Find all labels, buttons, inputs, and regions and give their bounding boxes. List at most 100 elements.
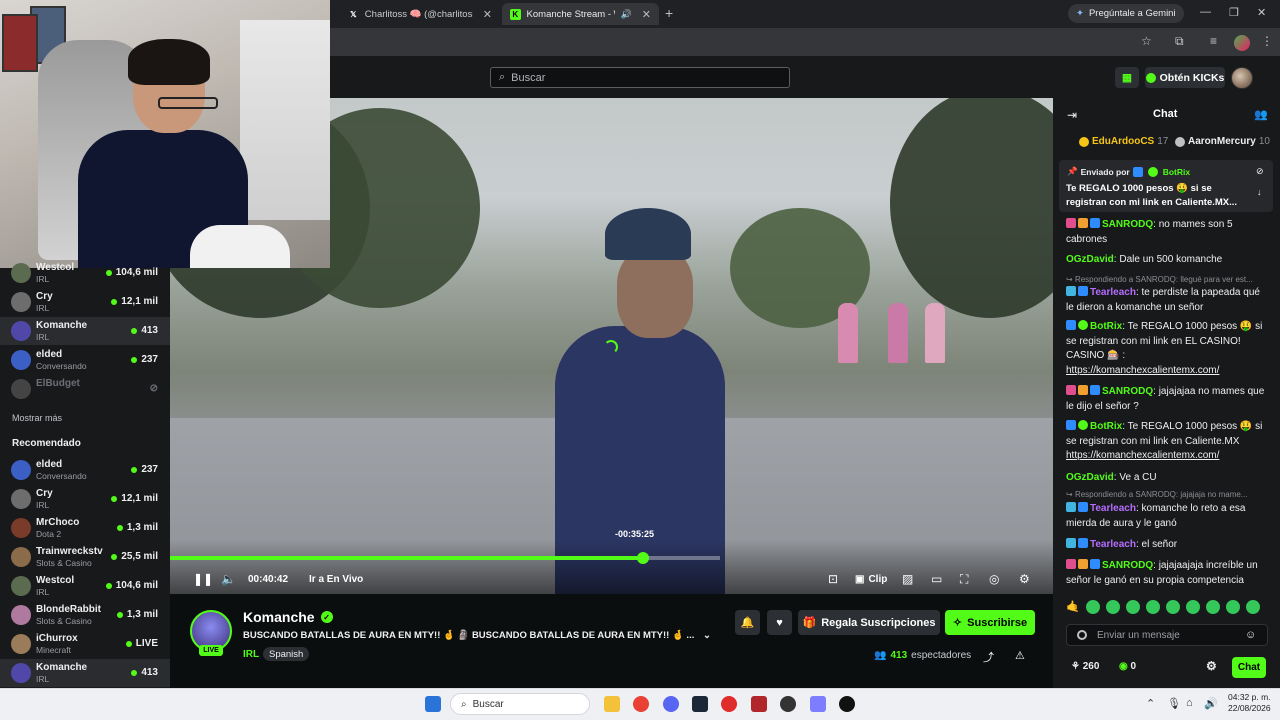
sidebar-channel[interactable]: iChurrox Minecraft LIVE (0, 630, 170, 658)
seek-handle[interactable] (637, 552, 649, 564)
sidebar-channel[interactable]: BlondeRabbit Slots & Casino 1,3 mil (0, 601, 170, 629)
reply-context[interactable]: ↪ Respondiendo a SANRODQ: llegué para ve… (1066, 275, 1266, 284)
chat-username[interactable]: Tearleach (1090, 539, 1136, 550)
chat-message-input[interactable]: Enviar un mensaje (1066, 624, 1268, 646)
emote-icon[interactable] (1125, 600, 1140, 614)
fullscreen-icon[interactable]: ⛶ (960, 572, 968, 587)
emote-icon[interactable] (1185, 600, 1200, 614)
emote-icon[interactable] (1105, 600, 1120, 614)
steam-icon[interactable] (692, 696, 708, 712)
leaderboard-entry[interactable]: AaronMercury 10 (1175, 136, 1270, 147)
theater-mode-icon[interactable]: ⊡ (828, 572, 838, 586)
quality-icon[interactable]: ◎ (989, 572, 999, 586)
emote-icon[interactable] (1085, 600, 1100, 614)
close-window-button[interactable]: ✕ (1257, 6, 1266, 19)
chat-username[interactable]: OGzDavid (1066, 472, 1114, 483)
discord-icon[interactable] (663, 696, 679, 712)
file-explorer-icon[interactable] (604, 696, 620, 712)
bookmark-star-icon[interactable]: ☆ (1141, 34, 1152, 48)
chat-link[interactable]: https://komanchexcalientemx.com/ (1066, 450, 1219, 461)
app-icon[interactable] (810, 696, 826, 712)
tray-expand-icon[interactable]: ⌃ (1146, 697, 1155, 710)
maximize-button[interactable]: ❐ (1229, 6, 1239, 19)
media-control-icon[interactable]: ≡ (1210, 34, 1217, 48)
chat-users-icon[interactable]: 👥 (1254, 108, 1268, 121)
chat-points[interactable]: ⚘ 260 (1071, 661, 1099, 672)
show-more-link[interactable]: Mostrar más (12, 413, 62, 423)
emote-icon[interactable] (1225, 600, 1240, 614)
sidebar-channel[interactable]: Westcol IRL 104,6 mil (0, 572, 170, 600)
chat-username[interactable]: SANRODQ (1102, 386, 1153, 397)
expand-title-icon[interactable]: ⌄ (703, 630, 711, 641)
network-icon[interactable]: ⌂ (1186, 697, 1193, 709)
notification-bell-button[interactable]: 🔔 (735, 610, 760, 635)
collapse-chat-icon[interactable]: ⇥ (1067, 108, 1077, 122)
taskbar-clock[interactable]: 04:32 p. m. 22/08/2026 (1228, 692, 1271, 714)
gift-subs-button[interactable]: 🎁 Regala Suscripciones (798, 610, 940, 635)
reply-context[interactable]: ↪ Respondiendo a SANRODQ: jajajaja no ma… (1066, 490, 1266, 499)
browser-menu-icon[interactable]: ⋮ (1261, 34, 1273, 48)
sidebar-channel[interactable]: Komanche IRL 413 (0, 659, 170, 687)
tab-x-profile[interactable]: 𝕏 Charlitoss 🧠 (@charlitoss_) / X ✕ (340, 3, 500, 25)
new-tab-button[interactable]: + (665, 5, 673, 21)
volume-icon[interactable]: 🔈 (221, 572, 236, 586)
sidebar-channel[interactable]: Westcol IRL 104,6 mil (0, 259, 170, 287)
sidebar-channel[interactable]: Komanche IRL 413 (0, 317, 170, 345)
close-tab-icon[interactable]: ✕ (642, 8, 651, 21)
chat-username[interactable]: SANRODQ (1102, 219, 1153, 230)
emote-icon[interactable] (1145, 600, 1160, 614)
sidebar-channel[interactable]: MrChoco Dota 2 1,3 mil (0, 514, 170, 542)
emote-icon[interactable]: 🤙 (1066, 600, 1080, 614)
chat-username[interactable]: SANRODQ (1102, 560, 1153, 571)
chat-identity-icon[interactable] (1077, 630, 1087, 640)
get-kicks-button[interactable]: Obtén KICKs (1145, 67, 1225, 88)
emote-icon[interactable] (1205, 600, 1220, 614)
chat-send-button[interactable]: Chat (1232, 657, 1266, 678)
sidebar-channel[interactable]: Trainwreckstv Slots & Casino 25,5 mil (0, 543, 170, 571)
user-avatar[interactable] (1231, 67, 1253, 89)
clip-button[interactable]: ▣ Clip (855, 574, 887, 585)
channel-name[interactable]: Komanche ✓ (243, 609, 333, 625)
emoji-picker-icon[interactable]: ☺ (1245, 629, 1256, 641)
pause-icon[interactable]: ❚❚ (193, 572, 213, 586)
minimize-button[interactable]: — (1200, 6, 1211, 18)
category-link[interactable]: IRL (243, 649, 259, 660)
chat-username[interactable]: BotRix (1090, 321, 1122, 332)
chat-username[interactable]: Tearleach (1090, 287, 1136, 298)
language-tag[interactable]: Spanish (263, 647, 310, 661)
expand-pinned-icon[interactable]: ↓ (1257, 187, 1262, 197)
taskbar-search[interactable]: ⌕ Buscar (450, 693, 590, 715)
extensions-icon[interactable]: ⧉ (1175, 34, 1184, 49)
windows-start-icon[interactable] (425, 696, 441, 712)
audio-playing-icon[interactable]: 🔊 (621, 9, 632, 20)
search-input[interactable]: ⌕ Buscar (490, 67, 790, 88)
subscribe-button[interactable]: ✧ Suscribirse (945, 610, 1035, 635)
tab-kick-stream[interactable]: K Komanche Stream - Watch 🔊 ✕ (502, 3, 659, 25)
emote-icon[interactable] (1165, 600, 1180, 614)
share-icon[interactable]: ⤴ (983, 649, 994, 665)
close-tab-icon[interactable]: ✕ (483, 8, 492, 21)
sidebar-channel[interactable]: elded Conversando 237 (0, 456, 170, 484)
unpin-icon[interactable]: ⊘ (1256, 166, 1264, 177)
volume-tray-icon[interactable]: 🔊 (1204, 697, 1218, 710)
browse-icon[interactable]: ▦ (1115, 67, 1139, 88)
go-live-button[interactable]: Ir a En Vivo (309, 574, 363, 585)
emote-icon[interactable] (1245, 600, 1260, 614)
gemini-button[interactable]: ✦ Pregúntale a Gemini (1068, 4, 1184, 23)
chat-link[interactable]: https://komanchexcalientemx.com/ (1066, 365, 1219, 376)
sidebar-channel[interactable]: ElBudget ⊘ (0, 375, 170, 403)
tiktok-icon[interactable] (839, 696, 855, 712)
chat-settings-icon[interactable]: ⚙ (1206, 659, 1217, 673)
media-player-icon[interactable] (721, 696, 737, 712)
mini-player-icon[interactable]: ▭ (931, 572, 942, 586)
settings-icon[interactable]: ⚙ (1019, 572, 1030, 586)
sidebar-channel[interactable]: elded Conversando 237 (0, 346, 170, 374)
leaderboard-entry[interactable]: EduArdooCS 17 (1079, 136, 1168, 147)
screenshot-icon[interactable]: ▨ (902, 572, 913, 586)
obs-icon[interactable] (780, 696, 796, 712)
chat-username[interactable]: BotRix (1090, 421, 1122, 432)
microphone-icon[interactable]: 🎙 (1167, 697, 1181, 710)
sidebar-channel[interactable]: Cry IRL 12,1 mil (0, 288, 170, 316)
report-icon[interactable]: ⚠ (1015, 649, 1025, 662)
chat-username[interactable]: OGzDavid (1066, 254, 1114, 265)
